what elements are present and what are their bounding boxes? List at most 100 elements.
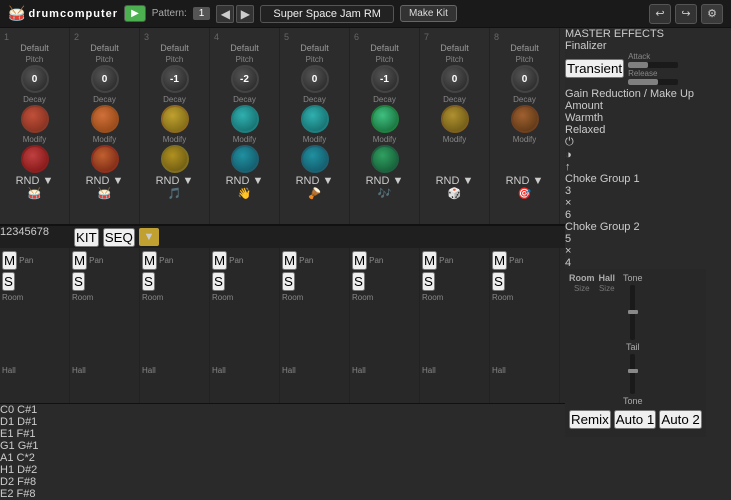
- top-bar-right: ↩ ↪ ⚙: [649, 4, 723, 24]
- choke-g2-val1[interactable]: 5: [565, 233, 706, 245]
- channel-preset-8: Default: [510, 43, 539, 53]
- drum-inst-4[interactable]: 👋: [238, 187, 252, 200]
- transient-button[interactable]: Transient: [565, 59, 624, 78]
- mixer-strips-row: M Pan S Room Hall: [0, 248, 565, 404]
- pitch-knob-8[interactable]: 0: [511, 65, 539, 93]
- tail-fader[interactable]: [630, 354, 635, 394]
- drum-inst-1[interactable]: 🥁: [28, 187, 42, 200]
- mute-button-8[interactable]: M: [492, 251, 507, 270]
- drum-inst-6[interactable]: 🎶: [378, 187, 392, 200]
- solo-button-2[interactable]: S: [72, 272, 85, 291]
- channel-strip-2: 2 Default Pitch 0 Decay Modify RND ▼: [70, 28, 140, 224]
- mixer-strip-4: M Pan S Room Hall: [210, 248, 280, 403]
- choke-group-2-label: Choke Group 2: [565, 221, 706, 233]
- pitch-knob-1[interactable]: 0: [21, 65, 49, 93]
- note-key-4[interactable]: G1 G#1: [0, 440, 565, 452]
- mute-button-6[interactable]: M: [352, 251, 367, 270]
- seq-button[interactable]: SEQ: [103, 228, 135, 247]
- decay-knob-6[interactable]: [371, 105, 399, 133]
- solo-button-8[interactable]: S: [492, 272, 505, 291]
- modify-knob-4[interactable]: [231, 145, 259, 173]
- pitch-knob-6[interactable]: -1: [371, 65, 399, 93]
- pitch-knob-7[interactable]: 0: [441, 65, 469, 93]
- settings-button[interactable]: ⚙: [701, 4, 723, 24]
- power-button[interactable]: ⏻: [565, 136, 706, 149]
- mute-button-1[interactable]: M: [2, 251, 17, 270]
- undo-button[interactable]: ↩: [649, 4, 671, 24]
- drum-inst-3[interactable]: 🎵: [168, 187, 182, 200]
- decay-knob-1[interactable]: [21, 105, 49, 133]
- make-kit-button[interactable]: Make Kit: [400, 5, 457, 22]
- modify-knob-8[interactable]: [511, 145, 539, 173]
- mode-icon-2[interactable]: ↑: [565, 161, 706, 173]
- decay-knob-4[interactable]: [231, 105, 259, 133]
- decay-row-4: Decay: [214, 95, 275, 133]
- note-key-1[interactable]: C0 C#1: [0, 404, 565, 416]
- note-key-5[interactable]: A1 C*2: [0, 452, 565, 464]
- modify-knob-7[interactable]: [441, 145, 469, 173]
- auto1-button[interactable]: Auto 1: [614, 410, 657, 429]
- choke-row: Choke Group 1 3 × 6 Choke Group 2 5 × 4: [565, 173, 706, 269]
- decay-knob-3[interactable]: [161, 105, 189, 133]
- decay-knob-8[interactable]: [511, 105, 539, 133]
- modify-knob-2[interactable]: [91, 145, 119, 173]
- play-button[interactable]: ▶: [124, 5, 146, 22]
- choke-g1-val1[interactable]: 3: [565, 185, 706, 197]
- pitch-knob-4[interactable]: -2: [231, 65, 259, 93]
- decay-knob-5[interactable]: [301, 105, 329, 133]
- solo-button-7[interactable]: S: [422, 272, 435, 291]
- decay-row-3: Decay: [144, 95, 205, 133]
- auto2-button[interactable]: Auto 2: [659, 410, 702, 429]
- decay-knob-2[interactable]: [91, 105, 119, 133]
- modify-row-7: Modify: [424, 135, 485, 173]
- drum-inst-7[interactable]: 🎲: [448, 187, 462, 200]
- mute-button-4[interactable]: M: [212, 251, 227, 270]
- pitch-knob-3[interactable]: -1: [161, 65, 189, 93]
- choke-g2-val2[interactable]: 4: [565, 257, 706, 269]
- kit-button[interactable]: KIT: [74, 228, 99, 247]
- mute-button-5[interactable]: M: [282, 251, 297, 270]
- note-key-3[interactable]: E1 F#1: [0, 428, 565, 440]
- nav-left-button[interactable]: ◀: [216, 5, 234, 23]
- note-key-2[interactable]: D1 D#1: [0, 416, 565, 428]
- pitch-knob-5[interactable]: 0: [301, 65, 329, 93]
- modify-knob-5[interactable]: [301, 145, 329, 173]
- warmth-section: Warmth: [565, 112, 706, 124]
- tone-fader[interactable]: [630, 285, 635, 340]
- note-key-8[interactable]: E2 F#8: [0, 488, 565, 500]
- note-key-6[interactable]: H1 D#2: [0, 464, 565, 476]
- attack-bar[interactable]: [628, 62, 678, 68]
- modify-knob-3[interactable]: [161, 145, 189, 173]
- drum-inst-5[interactable]: 🪘: [308, 187, 322, 200]
- tone-tail-section: Tone Tail Tone: [623, 273, 643, 406]
- nav-right-button[interactable]: ▶: [236, 5, 254, 23]
- solo-button-5[interactable]: S: [282, 272, 295, 291]
- decay-knob-7[interactable]: [441, 105, 469, 133]
- remix-button[interactable]: Remix: [569, 410, 611, 429]
- drum-inst-8[interactable]: 🎯: [518, 187, 532, 200]
- channel-strip-3: 3 Default Pitch -1 Decay Modify RND ▼: [140, 28, 210, 224]
- mute-button-7[interactable]: M: [422, 251, 437, 270]
- channel-num-8: 8: [494, 32, 499, 42]
- choke-g1-val2[interactable]: 6: [565, 209, 706, 221]
- solo-button-4[interactable]: S: [212, 272, 225, 291]
- channel-strip-5: 5 Default Pitch 0 Decay Modify RND ▼: [280, 28, 350, 224]
- right-panel: MASTER EFFECTS Finalizer Transient Attac…: [565, 28, 706, 500]
- release-bar[interactable]: [628, 79, 678, 85]
- seq-download-button[interactable]: ▼: [139, 228, 159, 246]
- drum-inst-2[interactable]: 🥁: [98, 187, 112, 200]
- mute-button-3[interactable]: M: [142, 251, 157, 270]
- mode-icon-1[interactable]: ◑: [565, 149, 706, 161]
- note-key-7[interactable]: D2 F#8: [0, 476, 565, 488]
- kit-seq-buttons: KIT SEQ ▼: [49, 226, 184, 248]
- modify-knob-6[interactable]: [371, 145, 399, 173]
- modify-knob-1[interactable]: [21, 145, 49, 173]
- channel-labels-row: 1 2 3 4 5 6 7 8 KIT SEQ ▼: [0, 226, 565, 248]
- mute-button-2[interactable]: M: [72, 251, 87, 270]
- solo-button-1[interactable]: S: [2, 272, 15, 291]
- pitch-knob-2[interactable]: 0: [91, 65, 119, 93]
- solo-button-6[interactable]: S: [352, 272, 365, 291]
- solo-button-3[interactable]: S: [142, 272, 155, 291]
- preset-name[interactable]: Super Space Jam RM: [260, 5, 394, 23]
- redo-button[interactable]: ↪: [675, 4, 697, 24]
